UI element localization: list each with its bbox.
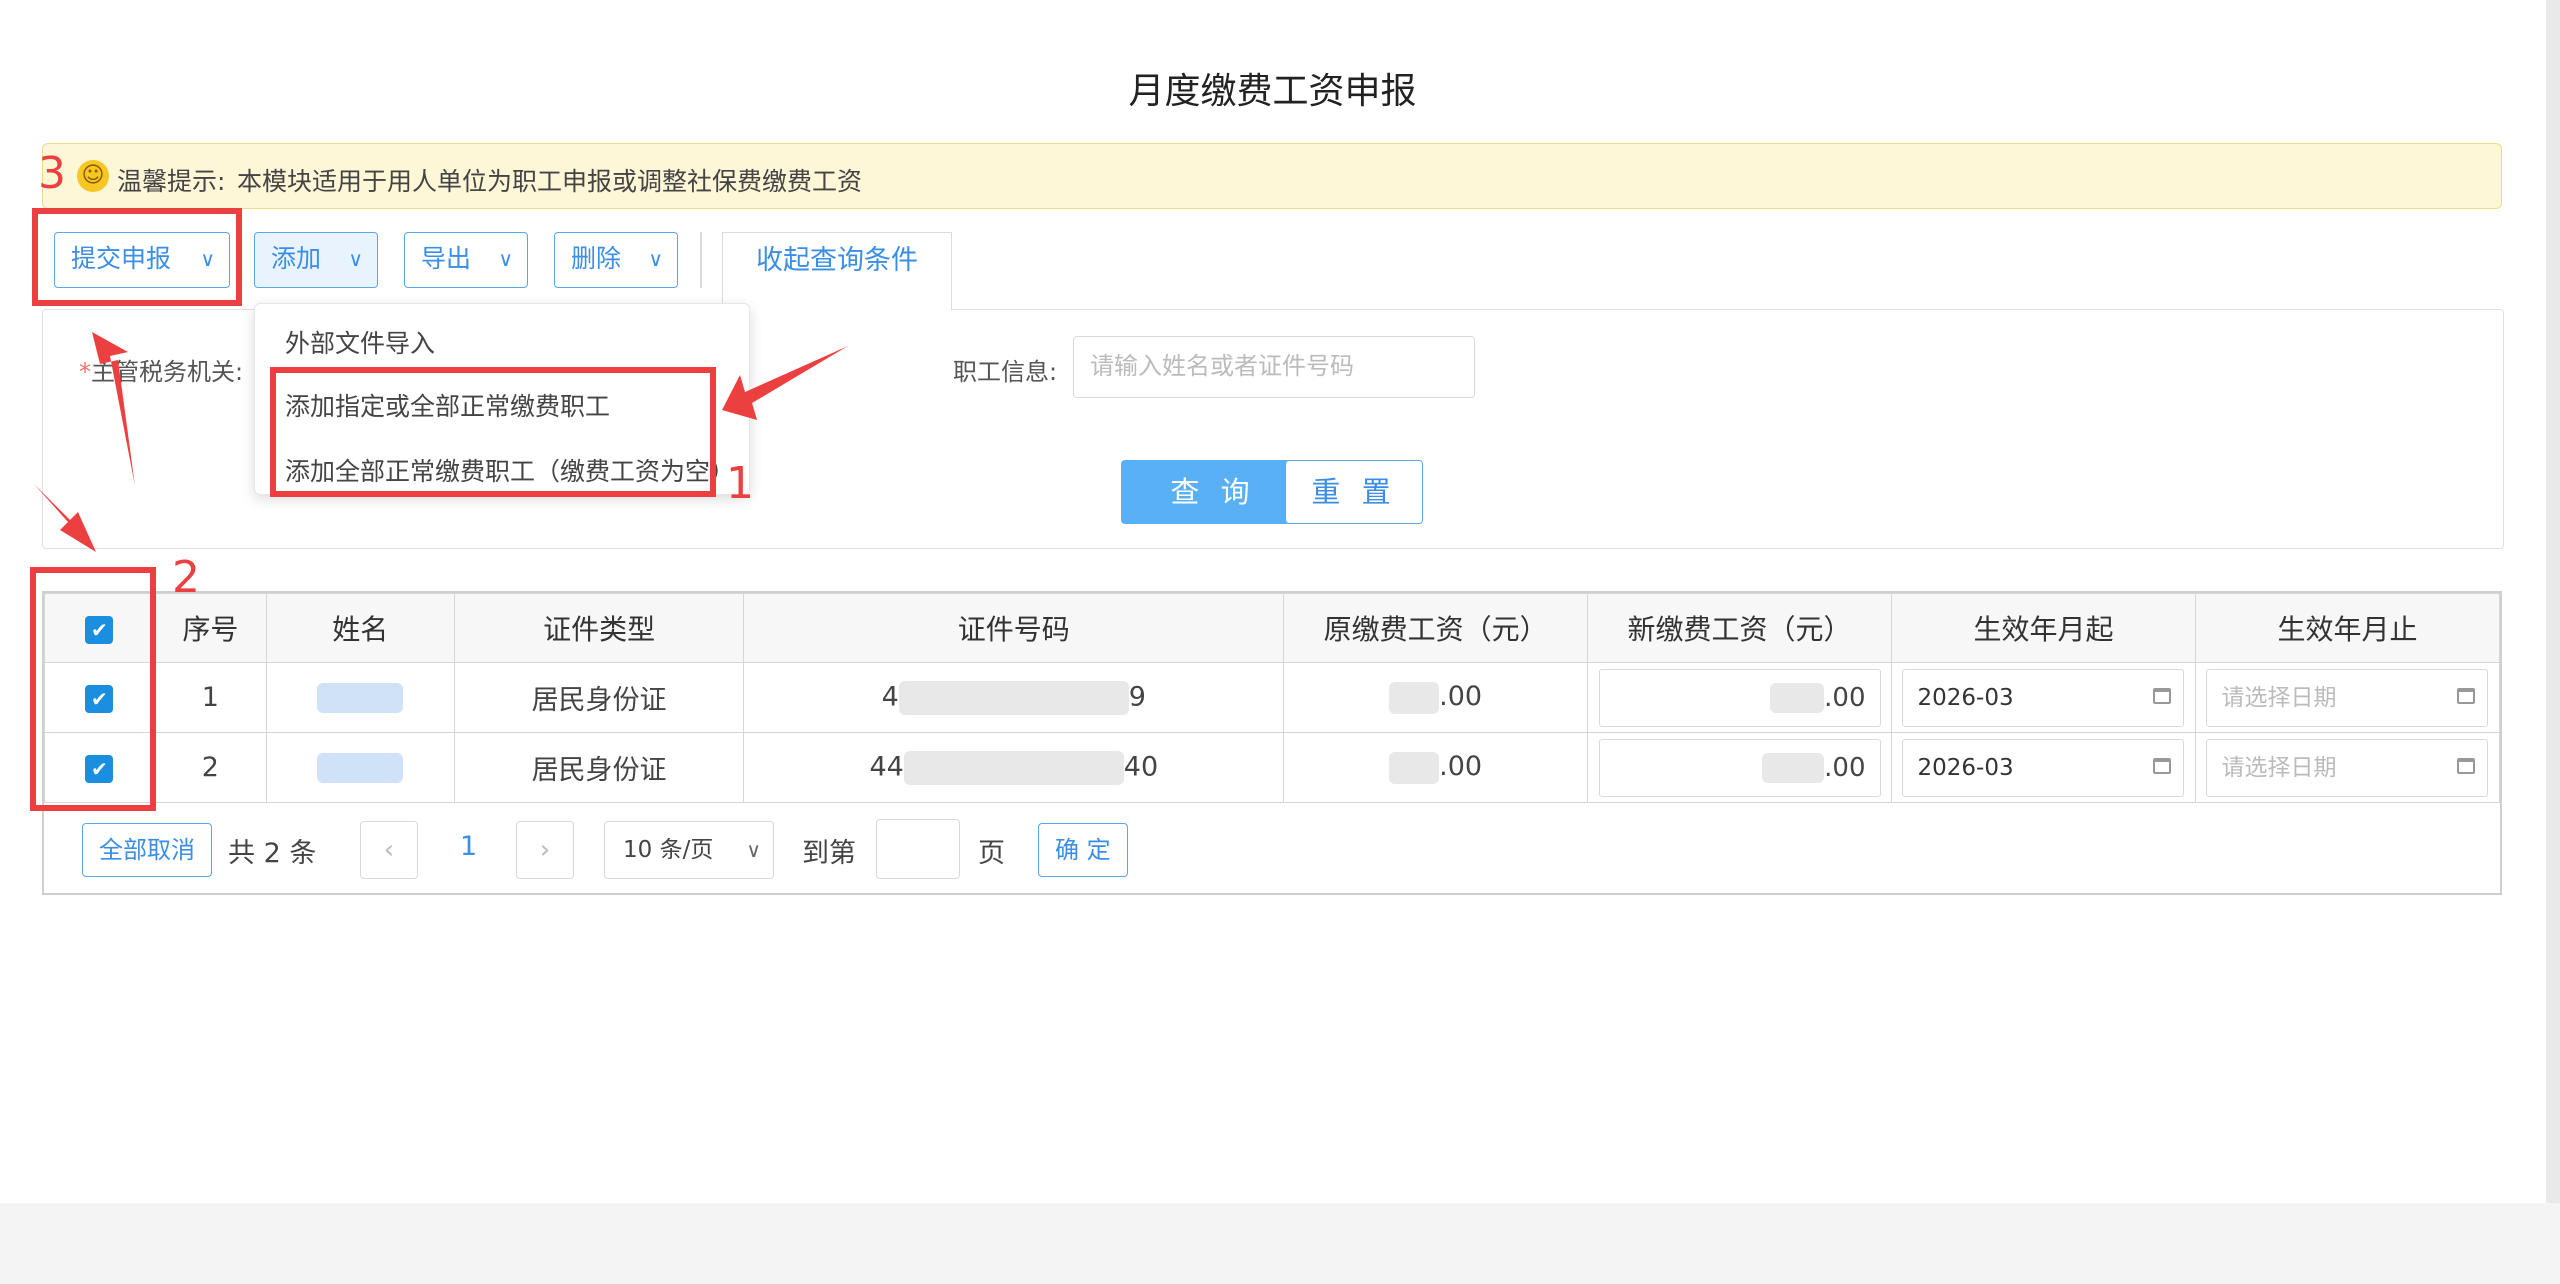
arrow-to-submit-icon [92,332,135,486]
arrow-to-add-menu-icon [722,346,848,420]
annotation-arrows [34,332,848,552]
arrow-to-checkbox-icon [34,484,96,552]
